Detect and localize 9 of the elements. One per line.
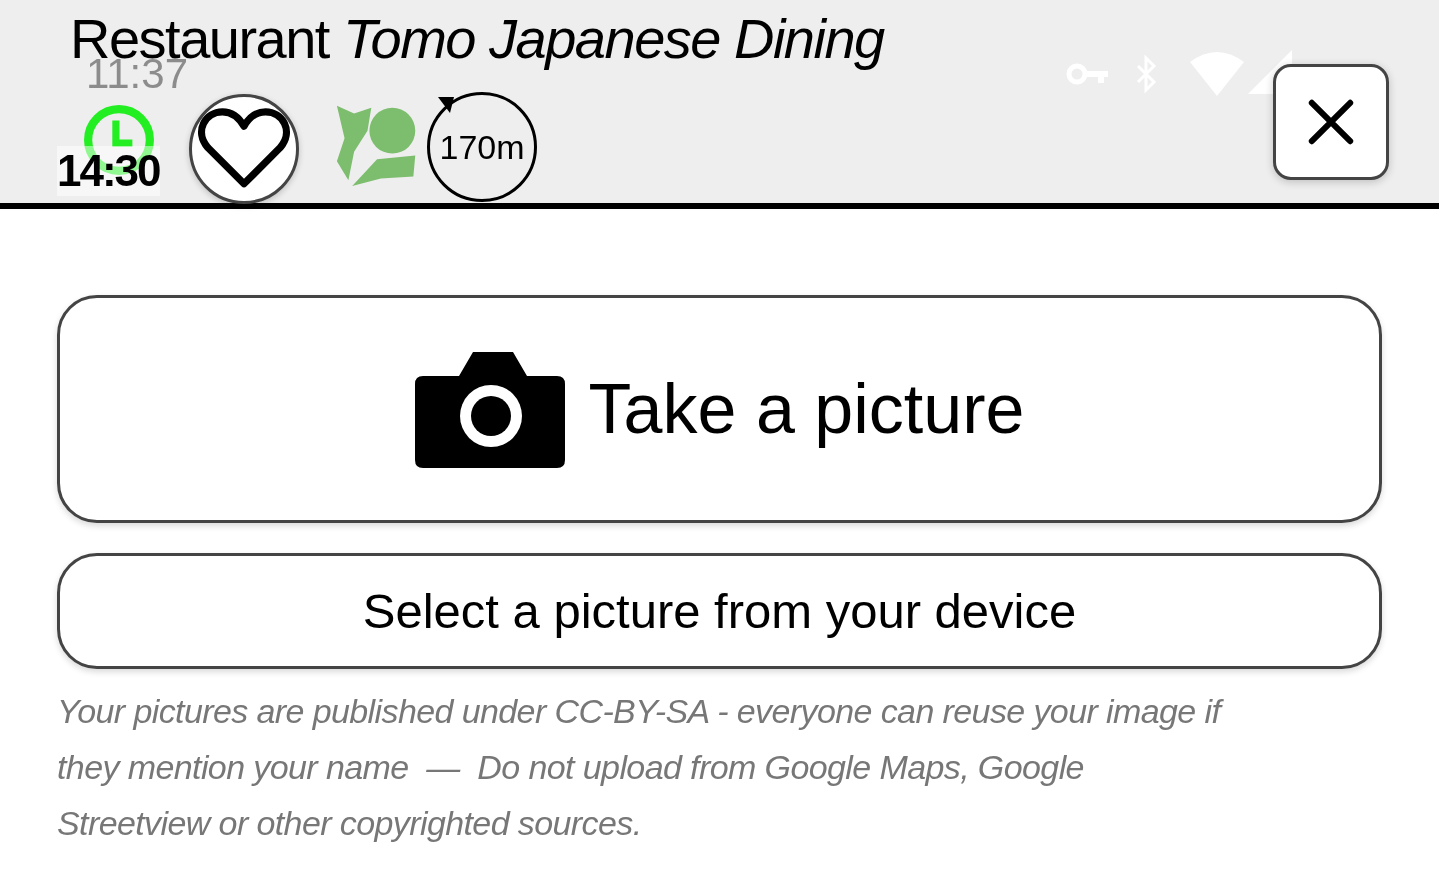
select-picture-button[interactable]: Select a picture from your device xyxy=(57,553,1382,669)
opening-time: 14:30 xyxy=(57,146,160,196)
favorite-button[interactable] xyxy=(189,94,299,204)
distance-indicator: 170m xyxy=(427,92,537,202)
close-button[interactable] xyxy=(1273,64,1389,180)
take-picture-button[interactable]: Take a picture xyxy=(57,295,1382,523)
license-note: Your pictures are published under CC-BY-SA - everyone can reuse your image if they mention your name — Do not upload from Google Maps, Google Streetview or other copyrighted sources. xyxy=(57,683,1382,851)
camera-icon xyxy=(414,350,565,468)
close-icon xyxy=(1307,98,1355,146)
